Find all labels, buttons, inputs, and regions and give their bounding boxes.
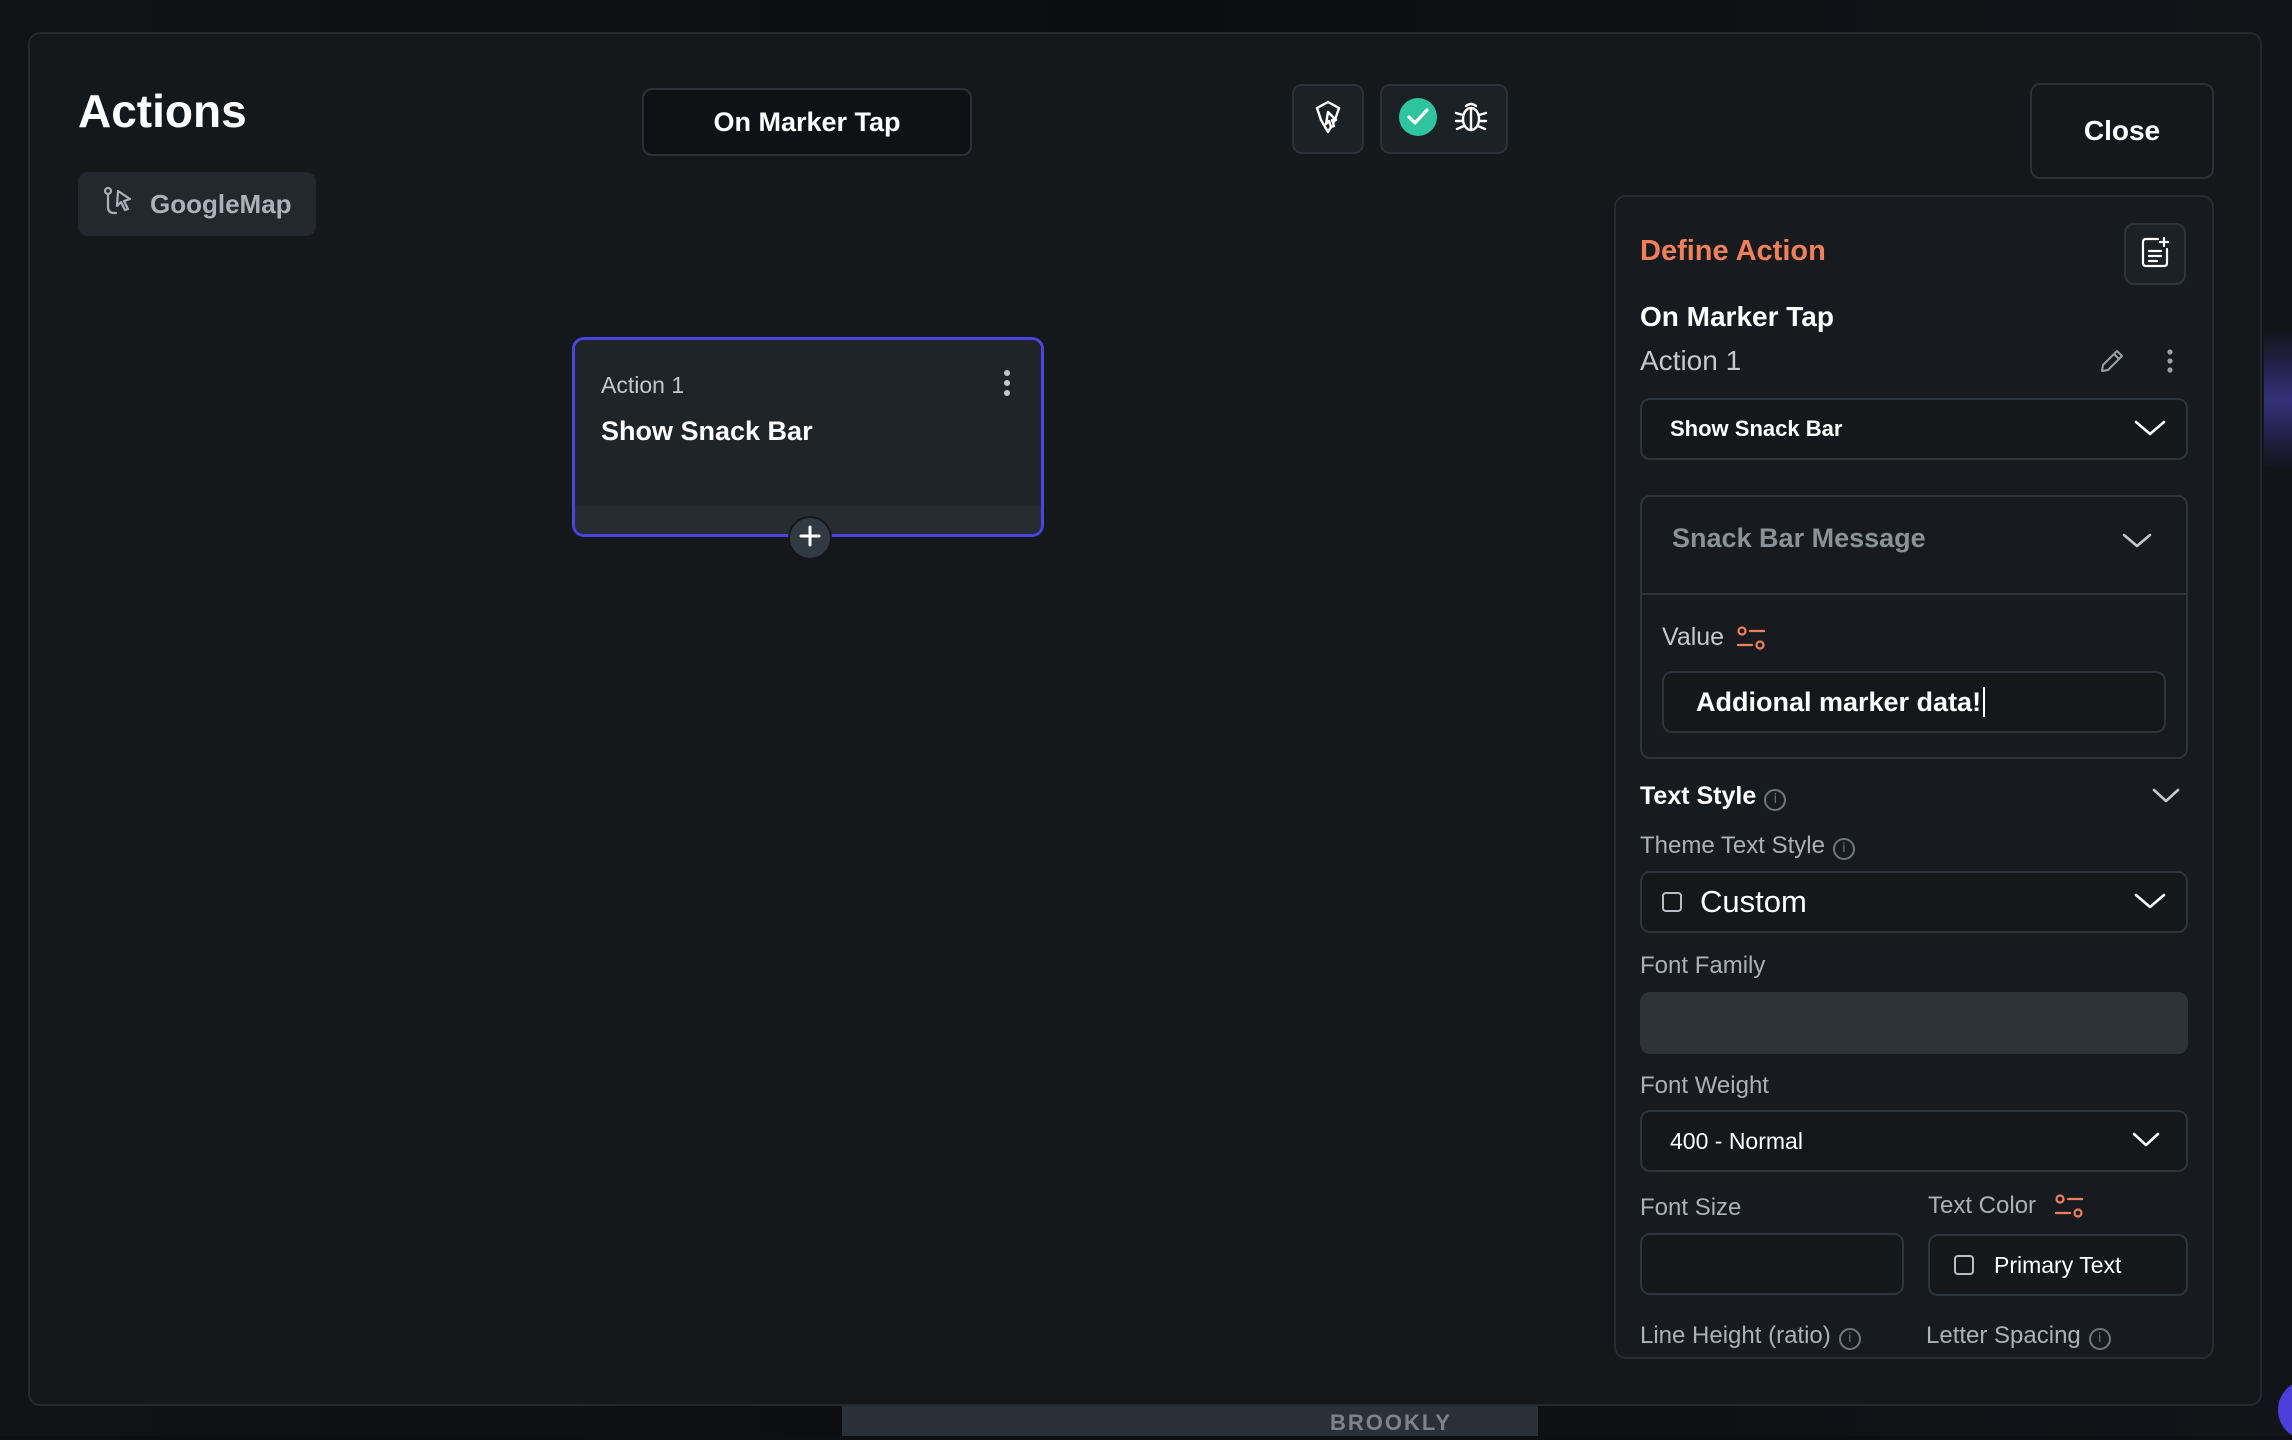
bug-icon [1452, 98, 1490, 141]
backdrop-accent [2264, 330, 2292, 470]
chevron-down-icon[interactable] [2152, 787, 2180, 810]
text-color-label: Text Color [1928, 1192, 2037, 1219]
action-type-value: Show Snack Bar [1670, 416, 1843, 441]
chevron-down-icon [2132, 1130, 2160, 1155]
action-node[interactable]: Action 1 Show Snack Bar [572, 337, 1044, 537]
text-color-picker[interactable]: Primary Text [1928, 1234, 2188, 1296]
value-label: Value [1662, 623, 1725, 651]
theme-text-style-dropdown[interactable]: Custom [1640, 871, 2188, 933]
text-color-row: Text Color [1928, 1192, 2036, 1220]
snack-bar-message-section: Snack Bar Message Value Addional marker … [1640, 495, 2188, 759]
font-weight-label: Font Weight [1640, 1072, 1769, 1099]
pencil-icon[interactable] [2098, 347, 2126, 380]
theme-text-style-label: Theme Text Style [1640, 832, 1825, 859]
line-height-row: Line Height (ratio) i [1640, 1322, 1861, 1350]
text-style-label: Text Style [1640, 782, 1757, 810]
plus-icon [799, 525, 821, 552]
text-color-value: Primary Text [1994, 1251, 2122, 1278]
info-icon: i [1832, 837, 1855, 860]
letter-spacing-label: Letter Spacing [1926, 1322, 2081, 1349]
text-caret [1983, 687, 1986, 717]
define-action-panel: Define Action On Marker Tap Action 1 Sho… [1614, 195, 2214, 1359]
tap-gesture-icon [1309, 98, 1347, 141]
variable-icon[interactable] [1736, 625, 1766, 658]
message-value-input[interactable]: Addional marker data! [1662, 671, 2166, 733]
font-weight-value: 400 - Normal [1670, 1127, 1803, 1154]
line-height-label: Line Height (ratio) [1640, 1322, 1831, 1349]
font-family-label: Font Family [1640, 952, 1766, 979]
widget-chip[interactable]: GoogleMap [78, 172, 316, 236]
page-title: Actions [78, 85, 247, 137]
more-vert-icon[interactable] [1003, 370, 1011, 401]
panel-action-name: Action 1 [1640, 345, 1742, 376]
close-button[interactable]: Close [2030, 83, 2214, 179]
variable-icon[interactable] [2054, 1193, 2084, 1226]
font-weight-dropdown[interactable]: 400 - Normal [1640, 1110, 2188, 1172]
trigger-button[interactable]: On Marker Tap [642, 88, 972, 156]
chevron-down-icon [2134, 891, 2166, 916]
font-size-input[interactable] [1640, 1233, 1904, 1295]
map-label: BROOKLY [1330, 1410, 1452, 1435]
info-icon: i [1838, 1327, 1861, 1350]
chevron-down-icon [2122, 531, 2152, 556]
letter-spacing-row: Letter Spacing i [1926, 1322, 2111, 1350]
validate-debug-button[interactable] [1380, 84, 1508, 154]
widget-tap-icon [102, 185, 136, 224]
theme-text-style-value: Custom [1700, 884, 1807, 919]
snack-bar-message-header[interactable]: Snack Bar Message [1642, 497, 2186, 595]
widget-chip-label: GoogleMap [150, 188, 292, 219]
theme-style-checkbox[interactable] [1662, 892, 1682, 912]
info-icon: i [2088, 1327, 2111, 1350]
text-style-header[interactable]: Text Style i [1640, 782, 1787, 811]
add-note-button[interactable] [2124, 223, 2186, 285]
action-node-title: Show Snack Bar [601, 416, 813, 446]
action-menu-icon[interactable] [2166, 349, 2174, 378]
add-action-button[interactable] [788, 516, 832, 560]
panel-heading: Define Action [1640, 235, 1826, 267]
snack-bar-message-title: Snack Bar Message [1672, 523, 1926, 553]
font-family-input[interactable] [1640, 992, 2188, 1054]
text-color-checkbox[interactable] [1954, 1255, 1974, 1275]
message-value-text: Addional marker data! [1696, 686, 1982, 717]
action-type-dropdown[interactable]: Show Snack Bar [1640, 398, 2188, 460]
tap-gesture-button[interactable] [1292, 84, 1364, 154]
note-add-icon [2138, 235, 2172, 274]
chevron-down-icon [2134, 418, 2166, 443]
panel-trigger-name: On Marker Tap [1640, 301, 1834, 332]
action-node-label: Action 1 [601, 372, 685, 398]
info-icon: i [1764, 788, 1787, 811]
check-circle-icon [1398, 97, 1438, 142]
font-size-label: Font Size [1640, 1194, 1742, 1221]
theme-text-style-row: Theme Text Style i [1640, 832, 1855, 860]
